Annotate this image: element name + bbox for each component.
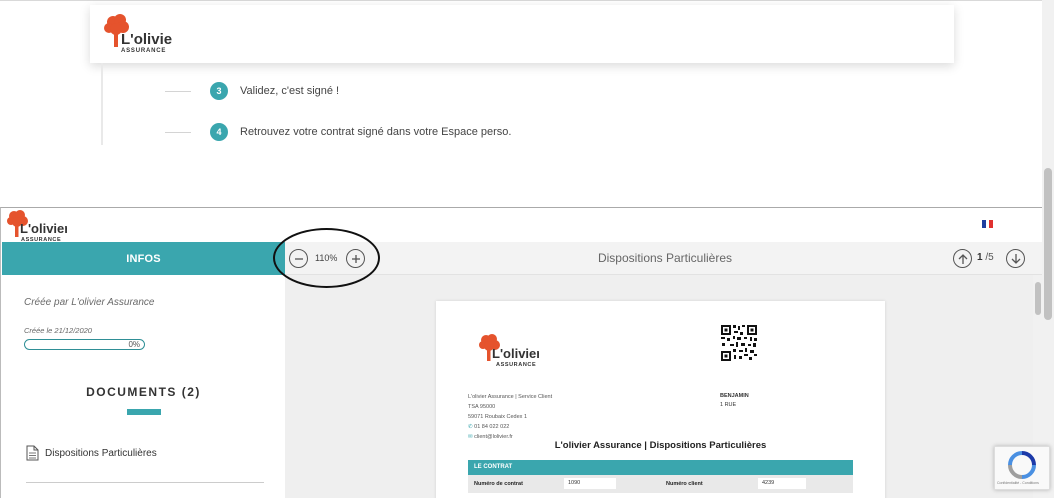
contract-fields-row: Numéro de contrat 1090 Numéro client 423… xyxy=(468,475,853,493)
tab-infos[interactable]: INFOS xyxy=(2,242,285,275)
signing-frame: L'olivier ASSURANCE INFOS 110% Dispositi… xyxy=(0,207,1042,498)
contract-section-header: LE CONTRAT xyxy=(468,460,853,475)
document-heading: L'olivier Assurance | Dispositions Parti… xyxy=(554,440,767,451)
recipient-name: BENJAMIN xyxy=(720,393,749,399)
svg-text:L'olivier: L'olivier xyxy=(20,221,67,236)
recaptcha-badge[interactable]: Confidentialité - Conditions xyxy=(994,446,1050,490)
brand-logo[interactable]: L'olivier ASSURANCE xyxy=(102,13,178,58)
fr-flag-icon[interactable] xyxy=(982,220,994,228)
documents-title: DOCUMENTS (2) xyxy=(86,385,201,399)
progress-label: 0% xyxy=(128,340,140,349)
document-page: L'olivier ASSURANCE L'olivier Assurance … xyxy=(436,301,885,498)
arrow-down-circle-icon xyxy=(1011,253,1020,264)
sender-line: TSA 95000 xyxy=(468,404,496,410)
step-number: 3 xyxy=(210,82,228,100)
current-page: 1 xyxy=(977,252,983,263)
created-by: Créée par L'olivier Assurance xyxy=(24,297,155,308)
field-value: 4239 xyxy=(758,478,806,489)
frame-header: L'olivier ASSURANCE xyxy=(1,208,1042,243)
document-item[interactable]: Dispositions Particulières xyxy=(26,445,157,461)
viewer-toolbar: 110% Dispositions Particulières 1 /5 xyxy=(285,242,1042,275)
recaptcha-icon xyxy=(1008,451,1036,479)
document-title: Dispositions Particulières xyxy=(597,251,733,265)
header-card: L'olivier ASSURANCE xyxy=(90,5,954,63)
background-page: L'olivier ASSURANCE 3 Validez, c'est sig… xyxy=(0,0,1054,208)
signing-progress-bar: 0% xyxy=(24,339,145,350)
field-label: Numéro client xyxy=(666,481,703,487)
sender-line: L'olivier Assurance | Service Client xyxy=(468,394,553,400)
step-connector xyxy=(165,90,191,92)
page-indicator: 1 /5 xyxy=(977,252,994,263)
viewer-scrollbar-thumb[interactable] xyxy=(1035,282,1041,315)
recaptcha-terms[interactable]: Confidentialité - Conditions xyxy=(997,481,1039,485)
page: L'olivier ASSURANCE 3 Validez, c'est sig… xyxy=(0,0,1054,498)
step-connector xyxy=(165,131,191,133)
divider xyxy=(26,482,264,483)
page-scrollbar-thumb[interactable] xyxy=(1044,168,1052,320)
documents-title-underline xyxy=(127,409,161,415)
step-4: 4 Retrouvez votre contrat signé dans vot… xyxy=(165,122,511,142)
step-number: 4 xyxy=(210,123,228,141)
sender-line: 59071 Roubaix Cedex 1 xyxy=(468,414,528,420)
svg-text:ASSURANCE: ASSURANCE xyxy=(121,48,166,53)
zoom-annotation-ellipse xyxy=(273,228,380,288)
svg-text:L'olivier: L'olivier xyxy=(492,346,539,361)
sender-address: L'olivier Assurance | Service Client TSA… xyxy=(468,392,552,442)
recipient-address: BENJAMIN 1 RUE xyxy=(720,392,749,410)
step-text: Retrouvez votre contrat signé dans votre… xyxy=(240,126,512,138)
step-text: Validez, c'est signé ! xyxy=(240,85,340,97)
document-logo: L'olivier ASSURANCE xyxy=(477,333,541,372)
page-scrollbar[interactable] xyxy=(1042,0,1054,498)
steps-timeline xyxy=(101,63,103,145)
document-viewer[interactable]: L'olivier ASSURANCE L'olivier Assurance … xyxy=(285,275,1042,498)
sender-phone: ✆ 01 84 022 022 xyxy=(468,422,552,432)
infos-sidebar: Créée par L'olivier Assurance Créée le 2… xyxy=(2,275,285,498)
created-on: Créée le 21/12/2020 xyxy=(24,326,92,335)
qr-code-icon xyxy=(720,324,758,362)
phone-number: 01 84 022 022 xyxy=(474,424,510,430)
field-value: 1090 xyxy=(564,478,616,489)
svg-text:ASSURANCE: ASSURANCE xyxy=(496,362,536,367)
document-item-label: Dispositions Particulières xyxy=(45,447,157,459)
phone-icon: ✆ xyxy=(468,424,473,430)
step-3: 3 Validez, c'est signé ! xyxy=(165,81,339,101)
svg-text:L'olivier: L'olivier xyxy=(121,31,172,48)
field-label: Numéro de contrat xyxy=(474,481,523,487)
document-icon xyxy=(26,445,39,461)
prev-page-button[interactable] xyxy=(953,249,972,268)
arrow-up-circle-icon xyxy=(958,253,967,264)
total-pages: 5 xyxy=(988,252,994,263)
recipient-street: 1 RUE xyxy=(720,402,737,408)
next-page-button[interactable] xyxy=(1006,249,1025,268)
